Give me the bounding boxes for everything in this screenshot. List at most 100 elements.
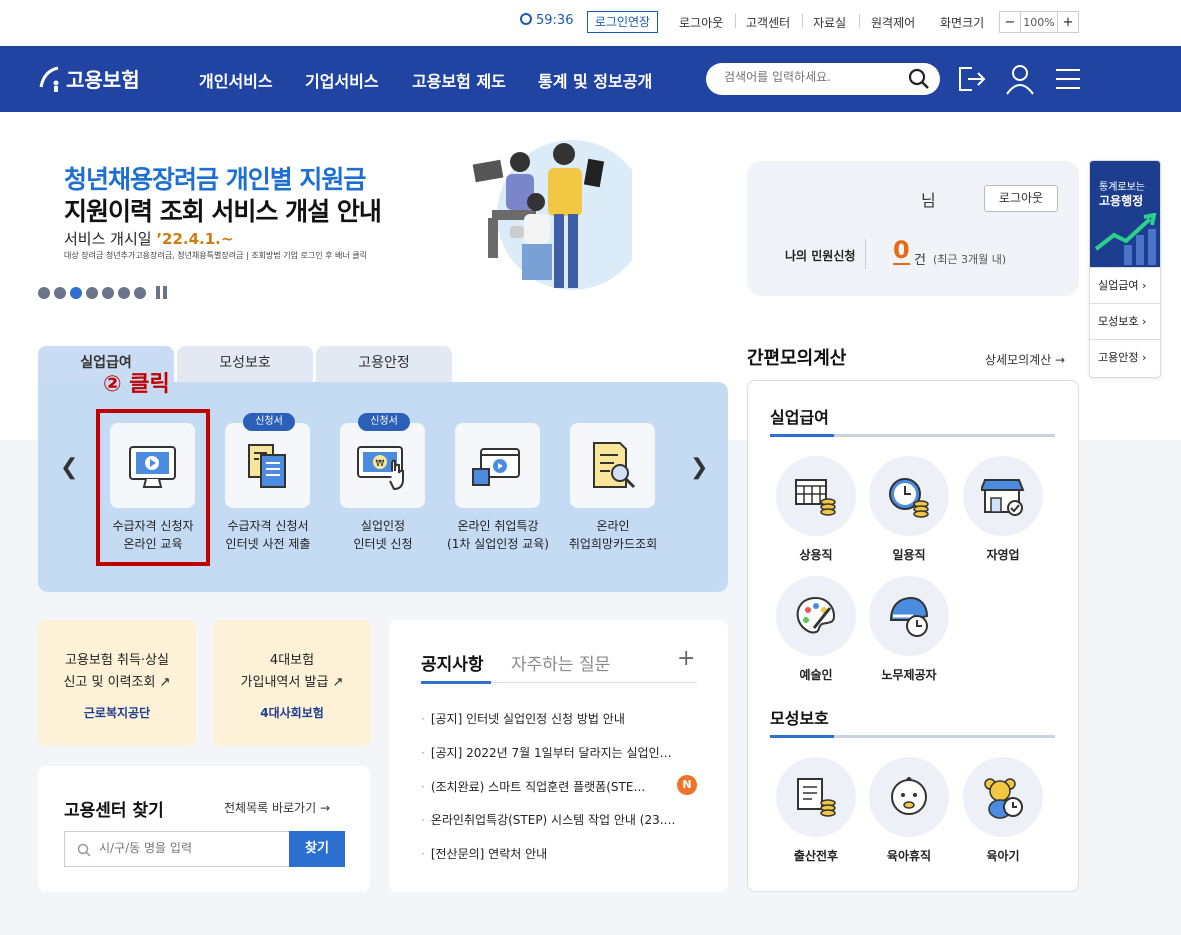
tab-faq[interactable]: 자주하는 질문 bbox=[511, 650, 610, 675]
service-label-line2: 인터넷 사전 제출 bbox=[225, 537, 311, 551]
tab-notices[interactable]: 공지사항 bbox=[421, 650, 484, 675]
calc-label: 일용직 bbox=[892, 548, 926, 562]
calc-maternity-leave[interactable] bbox=[776, 757, 856, 837]
logo-icon bbox=[39, 66, 59, 92]
count-period: (최근 3개월 내) bbox=[933, 253, 1007, 266]
remote-control-link[interactable]: 원격제어 bbox=[871, 14, 915, 31]
service-label-line1: 실업인정 bbox=[360, 519, 406, 533]
notice-item[interactable]: (조치완료) 스마트 직업훈련 플랫폼(STE… bbox=[421, 778, 671, 795]
calc-self-employed[interactable] bbox=[963, 456, 1043, 536]
zoom-label: 화면크기 bbox=[940, 16, 985, 30]
quick-maternity[interactable]: 모성보호 › bbox=[1090, 303, 1160, 339]
external-link-icon: ↗ bbox=[159, 675, 171, 690]
quick-stability[interactable]: 고용안정 › bbox=[1090, 339, 1160, 375]
banner-dot[interactable] bbox=[134, 286, 146, 299]
calc-childcare-period[interactable] bbox=[963, 757, 1043, 837]
notice-item[interactable]: [전산문의] 연락처 안내 bbox=[421, 845, 696, 862]
extend-login-button[interactable]: 로그인연장 bbox=[587, 11, 658, 33]
teddy-clock-icon bbox=[984, 778, 1023, 819]
calc-label: 육아휴직 bbox=[886, 849, 932, 863]
quick-menu: 통계로보는 고용행정 실업급여 › 모성보호 › 고용안정 › bbox=[1089, 160, 1161, 378]
notice-item[interactable]: 온라인취업특강(STEP) 시스템 작업 안내 (23.… bbox=[421, 811, 696, 828]
card-insurance-report[interactable]: 고용보험 취득·상실 신고 및 이력조회 ↗ 근로복지공단 bbox=[38, 620, 196, 746]
timer-value: 59:36 bbox=[536, 13, 574, 28]
site-logo[interactable]: 고용보험 bbox=[38, 64, 140, 93]
service-hope-card[interactable] bbox=[570, 423, 655, 508]
my-requests-count[interactable]: 0 bbox=[893, 237, 910, 265]
calc-label: 예술인 bbox=[799, 668, 833, 682]
video-window-icon bbox=[472, 448, 520, 486]
center-finder-title: 고용센터 찾기 bbox=[64, 801, 164, 821]
divider bbox=[859, 14, 860, 28]
center-list-link[interactable]: 전체목록 바로가기 → bbox=[224, 799, 330, 816]
banner-dot[interactable] bbox=[102, 286, 114, 299]
logout-link[interactable]: 로그아웃 bbox=[679, 14, 723, 31]
calc-regular-worker[interactable] bbox=[776, 456, 856, 536]
service-label-line2: (1차 실업인정 교육) bbox=[447, 537, 549, 551]
card-text: 고용보험 취득·상실 신고 및 이력조회 ↗ bbox=[38, 650, 196, 694]
card-line2: 가입내역서 발급 ↗ bbox=[213, 672, 371, 694]
quick-unemployment[interactable]: 실업급여 › bbox=[1090, 267, 1160, 303]
menu-icon[interactable] bbox=[1052, 62, 1084, 96]
banner-dot[interactable] bbox=[86, 286, 98, 299]
notice-item[interactable]: [공지] 2022년 7월 1일부터 달라지는 실업인… bbox=[421, 744, 696, 761]
prev-arrow-icon[interactable]: ❮ bbox=[60, 455, 78, 480]
timer-icon bbox=[520, 13, 532, 25]
banner-dot-active[interactable] bbox=[70, 286, 82, 299]
banner-dot[interactable] bbox=[54, 286, 66, 299]
calc-artist[interactable] bbox=[776, 576, 856, 656]
zoom-out-button[interactable]: − bbox=[1000, 12, 1020, 32]
search-icon[interactable] bbox=[908, 68, 930, 90]
service-label[interactable]: 온라인 취업특강 (1차 실업인정 교육) bbox=[433, 517, 563, 553]
nav-insurance-system[interactable]: 고용보험 제도 bbox=[412, 68, 506, 92]
center-search-button[interactable]: 찾기 bbox=[289, 831, 345, 867]
banner-sub-prefix: 서비스 개시일 bbox=[64, 230, 157, 248]
divider bbox=[735, 14, 736, 28]
next-arrow-icon[interactable]: ❯ bbox=[690, 455, 708, 480]
service-label-line2: 취업희망카드조회 bbox=[568, 537, 658, 551]
user-icon[interactable] bbox=[1004, 62, 1036, 96]
service-label[interactable]: 온라인취업희망카드조회 bbox=[548, 517, 678, 553]
divider bbox=[802, 14, 803, 28]
tab-maternity[interactable]: 모성보호 bbox=[177, 346, 313, 384]
calendar-coins-icon bbox=[795, 479, 836, 516]
calc-gig-worker[interactable] bbox=[869, 576, 949, 656]
tab-stability[interactable]: 고용안정 bbox=[316, 346, 452, 384]
zoom-value: 100% bbox=[1020, 12, 1058, 32]
chart-up-icon bbox=[1094, 213, 1157, 265]
stats-banner[interactable]: 통계로보는 고용행정 bbox=[1090, 161, 1160, 267]
pause-icon[interactable] bbox=[156, 286, 167, 299]
service-unemployment-recognition[interactable]: ₩ bbox=[340, 423, 425, 508]
banner-title-line2[interactable]: 지원이력 조회 서비스 개설 안내 bbox=[64, 192, 382, 228]
nav-business[interactable]: 기업서비스 bbox=[305, 68, 379, 92]
service-label[interactable]: 실업인정 인터넷 신청 bbox=[318, 517, 448, 553]
banner-illustration bbox=[472, 140, 632, 290]
notice-active-underline bbox=[421, 681, 491, 684]
session-timer: 59:36 bbox=[520, 13, 573, 28]
banner-dot[interactable] bbox=[38, 286, 50, 299]
service-label-line1: 온라인 bbox=[596, 519, 630, 533]
zoom-in-button[interactable]: + bbox=[1058, 12, 1078, 32]
notice-item[interactable]: [공지] 인터넷 실업인정 신청 방법 안내 bbox=[421, 710, 696, 727]
calc-detail-link[interactable]: 상세모의계산 → bbox=[985, 351, 1065, 368]
calc-parental-leave[interactable] bbox=[869, 757, 949, 837]
center-search-input[interactable] bbox=[99, 841, 279, 855]
nav-statistics[interactable]: 통계 및 정보공개 bbox=[538, 68, 652, 92]
customer-center-link[interactable]: 고객센터 bbox=[746, 14, 790, 31]
service-label[interactable]: 수급자격 신청서 인터넷 사전 제출 bbox=[203, 517, 333, 553]
search-input[interactable] bbox=[724, 70, 894, 84]
logout-icon[interactable] bbox=[956, 62, 988, 96]
archive-link[interactable]: 자료실 bbox=[813, 14, 846, 31]
logout-button[interactable]: 로그아웃 bbox=[984, 185, 1058, 212]
card-4-insurance[interactable]: 4대보험 가입내역서 발급 ↗ 4대사회보험 bbox=[213, 620, 371, 746]
nav-personal[interactable]: 개인서비스 bbox=[199, 68, 273, 92]
service-online-lecture[interactable] bbox=[455, 423, 540, 508]
calc-daily-worker[interactable] bbox=[869, 456, 949, 536]
banner-dot[interactable] bbox=[118, 286, 130, 299]
calc-label: 상용직 bbox=[799, 548, 833, 562]
banner-title-line1[interactable]: 청년채용장려금 개인별 지원금 bbox=[64, 160, 366, 196]
search-box bbox=[706, 63, 940, 95]
banner-pagination bbox=[38, 286, 167, 299]
service-pre-submit[interactable] bbox=[225, 423, 310, 508]
notice-more-icon[interactable]: + bbox=[677, 646, 695, 671]
